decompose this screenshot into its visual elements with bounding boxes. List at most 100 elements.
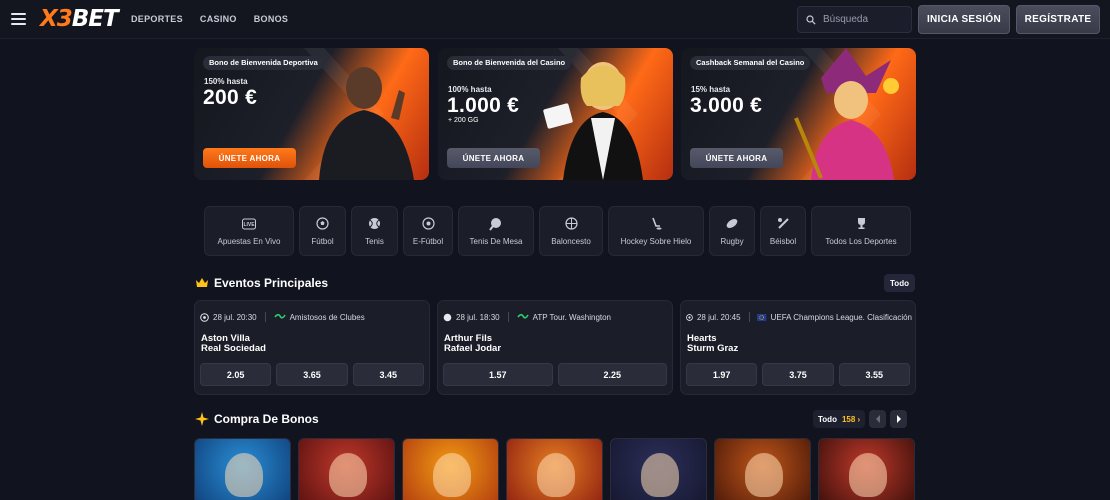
login-button[interactable]: INICIA SESIÓN bbox=[918, 5, 1010, 34]
promo-sub: + 200 GG bbox=[448, 117, 479, 124]
category-futbol[interactable]: Fútbol bbox=[299, 206, 346, 256]
game-tile-5[interactable] bbox=[610, 438, 707, 500]
game-tile-6[interactable] bbox=[714, 438, 811, 500]
game-character bbox=[849, 453, 887, 497]
category-label: Fútbol bbox=[311, 236, 334, 246]
category-label: Baloncesto bbox=[551, 236, 591, 246]
join-button[interactable]: ÚNETE AHORA bbox=[203, 148, 296, 168]
search-box[interactable] bbox=[797, 6, 912, 33]
promo-banner-sports[interactable]: Bono de Bienvenida Deportiva 150% hasta … bbox=[194, 48, 429, 180]
sport-categories: LIVE Apuestas En Vivo Fútbol Tenis E-Fút… bbox=[204, 206, 911, 256]
category-label: Tenis De Mesa bbox=[469, 236, 523, 246]
promo-banner-cashback[interactable]: Cashback Semanal del Casino 15% hasta 3.… bbox=[681, 48, 916, 180]
promo-amount: 3.000 € bbox=[690, 94, 763, 117]
game-character bbox=[329, 453, 367, 497]
odd-button[interactable]: 3.55 bbox=[838, 363, 910, 386]
promo-tag: Bono de Bienvenida del Casino bbox=[447, 56, 572, 70]
tennis-ball-icon bbox=[368, 217, 382, 231]
crown-icon bbox=[196, 278, 208, 287]
category-efutbol[interactable]: E-Fútbol bbox=[403, 206, 453, 256]
event-league: ATP Tour. Washington bbox=[532, 312, 612, 322]
soccer-ball-icon bbox=[200, 312, 209, 322]
soccer-ball-icon bbox=[686, 313, 693, 321]
rugby-ball-icon bbox=[725, 217, 739, 231]
odd-button[interactable]: 3.65 bbox=[276, 363, 348, 386]
top-bar: X3BET DEPORTES CASINO BONOS INICIA SESIÓ… bbox=[0, 0, 1110, 39]
nav-bonos[interactable]: BONOS bbox=[254, 14, 289, 24]
game-tile-1[interactable] bbox=[194, 438, 291, 500]
search-icon bbox=[806, 14, 816, 25]
bonus-games-row bbox=[194, 438, 915, 500]
category-rugby[interactable]: Rugby bbox=[709, 206, 755, 256]
odd-button[interactable]: 1.57 bbox=[443, 363, 553, 386]
category-label: Todos Los Deportes bbox=[825, 236, 897, 246]
logo[interactable]: X3BET bbox=[40, 6, 119, 33]
category-label: Hockey Sobre Hielo bbox=[620, 236, 692, 246]
event-card[interactable]: 28 jul. 20:30 Amistosos de Clubes Aston … bbox=[194, 300, 430, 395]
promo-banner-casino[interactable]: Bono de Bienvenida del Casino 100% hasta… bbox=[438, 48, 673, 180]
category-label: Tenis bbox=[365, 236, 384, 246]
next-arrow-button[interactable] bbox=[890, 410, 908, 428]
bonus-all-label: Todo bbox=[818, 414, 837, 424]
bonus-controls: Todo 158 › bbox=[813, 410, 908, 428]
category-baloncesto[interactable]: Baloncesto bbox=[539, 206, 603, 256]
event-league: Amistosos de Clubes bbox=[289, 312, 365, 322]
game-tile-4[interactable] bbox=[506, 438, 603, 500]
join-button[interactable]: ÚNETE AHORA bbox=[690, 148, 783, 168]
baseball-icon bbox=[776, 217, 790, 231]
menu-icon[interactable] bbox=[11, 13, 26, 25]
category-beisbol[interactable]: Béisbol bbox=[760, 206, 806, 256]
odd-button[interactable]: 3.75 bbox=[762, 363, 834, 386]
game-tile-7[interactable] bbox=[818, 438, 915, 500]
sparkle-icon bbox=[195, 412, 209, 426]
odd-button[interactable]: 2.25 bbox=[557, 363, 667, 386]
category-tenis-de-mesa[interactable]: Tenis De Mesa bbox=[458, 206, 534, 256]
odd-button[interactable]: 1.97 bbox=[686, 363, 758, 386]
globe-icon bbox=[516, 313, 529, 319]
event-league: UEFA Champions League. Clasificación bbox=[770, 312, 912, 322]
odds-row: 1.97 3.75 3.55 bbox=[686, 363, 910, 386]
promo-tag: Bono de Bienvenida Deportiva bbox=[203, 56, 324, 70]
events-all-button[interactable]: Todo bbox=[884, 274, 915, 292]
category-label: Béisbol bbox=[769, 236, 797, 246]
main-nav: DEPORTES CASINO BONOS bbox=[131, 14, 288, 24]
logo-bet: BET bbox=[71, 6, 119, 32]
chevron-left-icon bbox=[875, 415, 880, 423]
event-card[interactable]: 28 jul. 20:45 UEFA Champions League. Cla… bbox=[680, 300, 916, 395]
game-tile-2[interactable] bbox=[298, 438, 395, 500]
events-title: Eventos Principales bbox=[214, 276, 329, 290]
event-meta: 28 jul. 20:45 UEFA Champions League. Cla… bbox=[686, 312, 912, 322]
prev-arrow-button[interactable] bbox=[869, 410, 887, 428]
game-character bbox=[641, 453, 679, 497]
promo-pre: 15% hasta bbox=[691, 85, 731, 94]
promo-pre: 150% hasta bbox=[204, 77, 248, 86]
category-tenis[interactable]: Tenis bbox=[351, 206, 398, 256]
category-live[interactable]: LIVE Apuestas En Vivo bbox=[204, 206, 294, 256]
nav-deportes[interactable]: DEPORTES bbox=[131, 14, 183, 24]
table-tennis-icon bbox=[489, 217, 503, 231]
globe-icon bbox=[273, 313, 286, 319]
event-card[interactable]: 28 jul. 18:30 ATP Tour. Washington Arthu… bbox=[437, 300, 673, 395]
odd-button[interactable]: 2.05 bbox=[200, 363, 272, 386]
team-away: Rafael Jodar bbox=[444, 343, 502, 354]
event-meta: 28 jul. 18:30 ATP Tour. Washington bbox=[443, 312, 669, 322]
game-character bbox=[433, 453, 471, 497]
category-todos[interactable]: Todos Los Deportes bbox=[811, 206, 911, 256]
bonus-all-button[interactable]: Todo 158 › bbox=[813, 410, 866, 428]
register-button[interactable]: REGÍSTRATE bbox=[1016, 5, 1100, 34]
esoccer-icon bbox=[421, 217, 435, 231]
join-button[interactable]: ÚNETE AHORA bbox=[447, 148, 540, 168]
event-time: 28 jul. 20:30 bbox=[213, 312, 257, 322]
odds-row: 2.05 3.65 3.45 bbox=[200, 363, 424, 386]
hockey-icon bbox=[649, 217, 663, 231]
odds-row: 1.57 2.25 bbox=[443, 363, 667, 386]
category-hockey[interactable]: Hockey Sobre Hielo bbox=[608, 206, 704, 256]
team-away: Sturm Graz bbox=[687, 343, 739, 354]
category-label: Rugby bbox=[720, 236, 744, 246]
nav-casino[interactable]: CASINO bbox=[200, 14, 237, 24]
game-tile-3[interactable] bbox=[402, 438, 499, 500]
svg-text:LIVE: LIVE bbox=[243, 222, 255, 228]
odd-button[interactable]: 3.45 bbox=[352, 363, 424, 386]
chevron-right-icon bbox=[896, 415, 901, 423]
search-input[interactable] bbox=[823, 14, 903, 25]
